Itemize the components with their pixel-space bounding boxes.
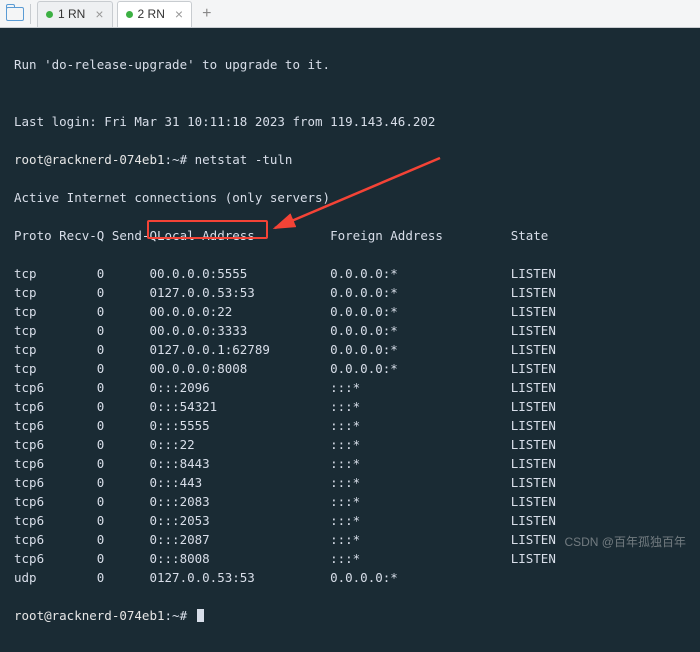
- tab-label: 1 RN: [58, 7, 85, 21]
- netstat-row: tcp6 0 0:::2096 :::* LISTEN: [14, 378, 686, 397]
- tab-bar: 1 RN × 2 RN × +: [0, 0, 700, 28]
- terminal-output[interactable]: Run 'do-release-upgrade' to upgrade to i…: [0, 28, 700, 652]
- netstat-row: tcp6 0 0:::2053 :::* LISTEN: [14, 511, 686, 530]
- netstat-row: udp 0 0127.0.0.53:53 0.0.0.0:*: [14, 568, 686, 587]
- netstat-row: tcp6 0 0:::443 :::* LISTEN: [14, 473, 686, 492]
- output-line: Run 'do-release-upgrade' to upgrade to i…: [14, 55, 686, 74]
- status-dot-icon: [126, 11, 133, 18]
- netstat-row: tcp 0 0127.0.0.53:53 0.0.0.0:* LISTEN: [14, 283, 686, 302]
- cursor-icon: [197, 609, 204, 622]
- netstat-row: tcp6 0 0:::54321 :::* LISTEN: [14, 397, 686, 416]
- output-lastlogin: Last login: Fri Mar 31 10:11:18 2023 fro…: [14, 112, 686, 131]
- divider: [30, 4, 31, 24]
- prompt-line: root@racknerd-074eb1:~#: [14, 606, 686, 625]
- close-icon[interactable]: ×: [95, 7, 103, 21]
- output-active: Active Internet connections (only server…: [14, 188, 686, 207]
- folder-open-icon[interactable]: [6, 7, 24, 21]
- status-dot-icon: [46, 11, 53, 18]
- tab-label: 2 RN: [138, 7, 165, 21]
- netstat-row: tcp6 0 0:::8443 :::* LISTEN: [14, 454, 686, 473]
- netstat-row: tcp6 0 0:::8008 :::* LISTEN: [14, 549, 686, 568]
- netstat-row: tcp6 0 0:::22 :::* LISTEN: [14, 435, 686, 454]
- netstat-row: tcp 0 00.0.0.0:8008 0.0.0.0:* LISTEN: [14, 359, 686, 378]
- prompt-rest: :~# netstat -tuln: [165, 152, 293, 167]
- prompt-user: root@racknerd-074eb1: [14, 608, 165, 623]
- netstat-row: tcp 0 00.0.0.0:22 0.0.0.0:* LISTEN: [14, 302, 686, 321]
- netstat-header: Proto Recv-Q Send-QLocal Address Foreign…: [14, 226, 686, 245]
- new-tab-button[interactable]: +: [198, 5, 215, 23]
- netstat-row: tcp 0 00.0.0.0:3333 0.0.0.0:* LISTEN: [14, 321, 686, 340]
- netstat-row: tcp6 0 0:::5555 :::* LISTEN: [14, 416, 686, 435]
- netstat-row: tcp 0 00.0.0.0:5555 0.0.0.0:* LISTEN: [14, 264, 686, 283]
- prompt-line: root@racknerd-074eb1:~# netstat -tuln: [14, 150, 686, 169]
- tab-1[interactable]: 1 RN ×: [37, 1, 113, 27]
- watermark: CSDN @百年孤独百年: [564, 533, 686, 550]
- netstat-row: tcp6 0 0:::2083 :::* LISTEN: [14, 492, 686, 511]
- netstat-row: tcp 0 0127.0.0.1:62789 0.0.0.0:* LISTEN: [14, 340, 686, 359]
- close-icon[interactable]: ×: [175, 7, 183, 21]
- prompt-user: root@racknerd-074eb1: [14, 152, 165, 167]
- tab-2[interactable]: 2 RN ×: [117, 1, 193, 27]
- prompt-rest: :~#: [165, 608, 195, 623]
